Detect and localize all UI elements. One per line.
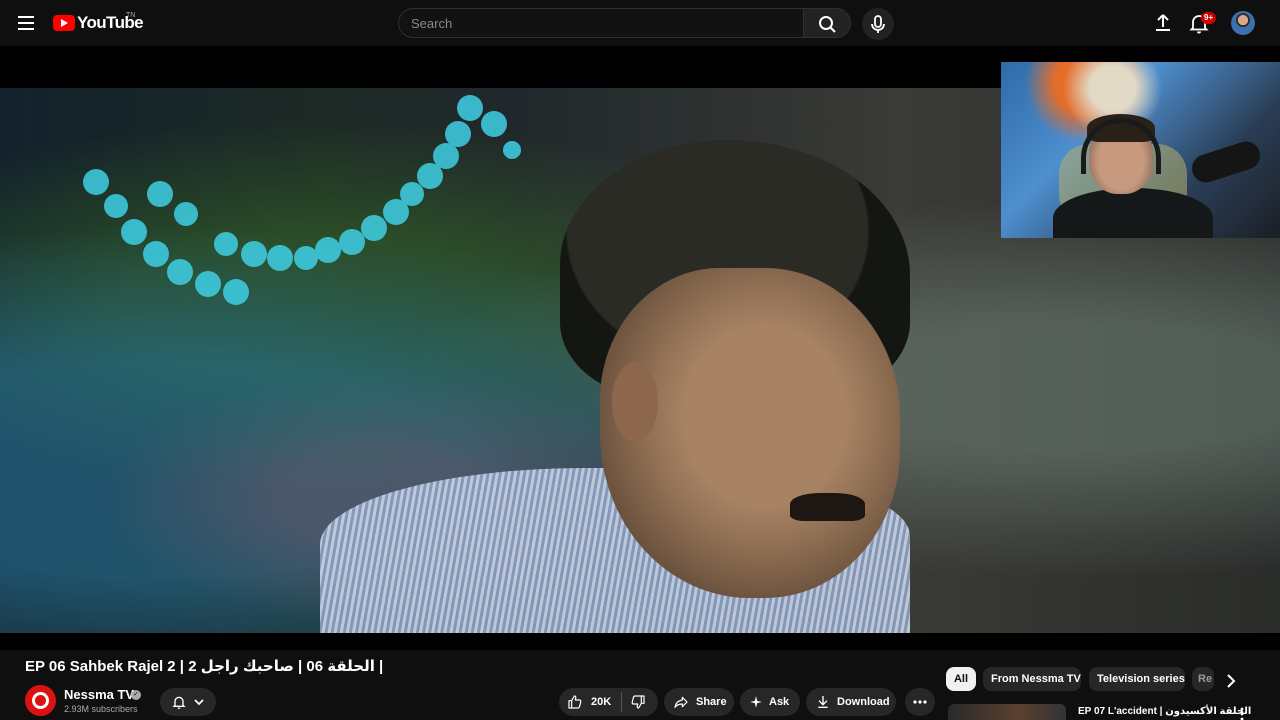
channel-avatar[interactable]: [25, 685, 56, 716]
more-vertical-icon[interactable]: [1236, 706, 1248, 720]
streamer-body-shape: [1053, 188, 1213, 238]
channel-name[interactable]: Nessma TV: [64, 687, 134, 702]
chevron-down-icon: [194, 699, 204, 706]
download-button[interactable]: Download: [806, 688, 896, 716]
microphone-arm-shape: [1188, 137, 1264, 187]
like-dislike-group: 20K: [559, 688, 658, 716]
mustache-shape: [790, 493, 865, 521]
chip-all[interactable]: All: [946, 667, 976, 691]
ask-label: Ask: [769, 696, 790, 708]
webcam-overlay: [1001, 62, 1280, 238]
thumbs-up-icon: [568, 695, 582, 709]
video-title: EP 06 Sahbek Rajel 2 | الحلقة 06 | صاحبك…: [25, 658, 384, 675]
like-count: 20K: [591, 696, 612, 708]
voice-search-button[interactable]: [862, 8, 894, 40]
ask-button[interactable]: Ask: [740, 688, 800, 716]
notification-count-badge: 9+: [1201, 12, 1217, 24]
chevron-right-icon[interactable]: [1220, 670, 1242, 692]
upload-icon[interactable]: [1151, 11, 1175, 35]
ear-shape: [612, 362, 658, 442]
sparkle-icon: [750, 696, 762, 708]
search-box: [398, 8, 803, 38]
microphone-icon: [871, 15, 885, 33]
top-bar: YouTube TN 9+: [0, 0, 1280, 46]
chip-related[interactable]: Re: [1192, 667, 1214, 691]
recommended-video-title[interactable]: EP 07 L'accident | الحلقة الأكسيدون: [1078, 706, 1251, 717]
thumbs-down-icon: [631, 695, 645, 709]
search-input[interactable]: [399, 9, 803, 37]
menu-icon-line: [18, 22, 34, 24]
subscribed-notifications-button[interactable]: [160, 688, 216, 716]
logo-country-code: TN: [126, 12, 136, 19]
verified-check-icon: ✓: [131, 690, 141, 700]
chip-from-channel[interactable]: From Nessma TV: [983, 667, 1081, 691]
menu-button[interactable]: [14, 12, 38, 34]
account-avatar[interactable]: [1231, 11, 1255, 35]
more-actions-button[interactable]: [905, 688, 935, 716]
dislike-button[interactable]: [622, 694, 646, 710]
download-icon: [818, 696, 828, 708]
recommended-video-thumbnail[interactable]: [948, 704, 1066, 720]
youtube-play-icon: [53, 15, 75, 31]
search-icon: [819, 16, 836, 33]
download-label: Download: [837, 696, 890, 708]
necklace-shape: [704, 598, 750, 633]
more-horizontal-icon: [913, 700, 927, 704]
share-button[interactable]: Share: [664, 688, 734, 716]
string-lights-image: [83, 95, 521, 305]
youtube-logo[interactable]: YouTube TN: [53, 12, 144, 34]
subscriber-count: 2.93M subscribers: [64, 704, 138, 714]
chip-television-series[interactable]: Television series: [1089, 667, 1185, 691]
like-button[interactable]: 20K: [567, 692, 623, 712]
search-button[interactable]: [803, 8, 851, 38]
menu-icon-line: [18, 28, 34, 30]
menu-icon-line: [18, 16, 34, 18]
share-icon: [674, 696, 688, 708]
bell-icon: [172, 696, 186, 709]
share-label: Share: [696, 696, 727, 708]
